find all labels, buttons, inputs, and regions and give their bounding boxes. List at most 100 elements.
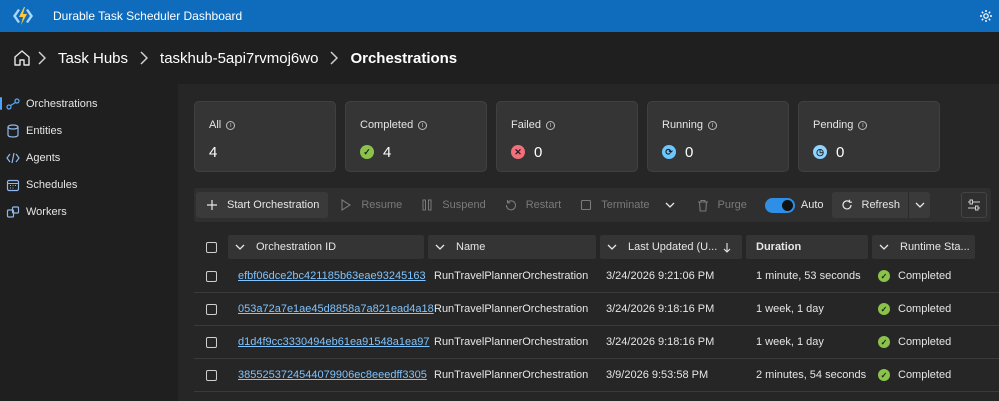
start-orchestration-button[interactable]: Start Orchestration bbox=[196, 192, 329, 218]
chevron-down-icon bbox=[876, 244, 892, 250]
workers-icon bbox=[6, 205, 20, 219]
calendar-icon bbox=[6, 178, 20, 192]
refresh-label: Refresh bbox=[861, 199, 901, 211]
info-icon[interactable]: i bbox=[707, 120, 717, 130]
orchestration-id-link[interactable]: d1d4f9cc3330494eb61ea91548a1ea97 bbox=[238, 336, 429, 348]
orchestration-id-link[interactable]: 053a72a7e1ae45d8858a7a821ead4a18 bbox=[238, 303, 434, 315]
resume-button[interactable]: Resume bbox=[330, 192, 411, 218]
last-updated: 3/9/2026 9:53:58 PM bbox=[606, 369, 709, 381]
sidebar-item-schedules[interactable]: Schedules bbox=[0, 171, 175, 198]
orchestration-name: RunTravelPlannerOrchestration bbox=[434, 369, 589, 381]
status-label: Completed bbox=[898, 336, 952, 348]
sidebar-item-workers[interactable]: Workers bbox=[0, 198, 175, 225]
card-label: Failed bbox=[511, 119, 541, 131]
home-icon[interactable] bbox=[12, 48, 32, 68]
filter-settings-icon[interactable] bbox=[961, 192, 987, 218]
orchestration-id-link[interactable]: 385525372454407990​6ec8eeedff3305 bbox=[238, 369, 427, 381]
card-count: 4 bbox=[383, 143, 392, 161]
refresh-dropdown-chevron-icon[interactable] bbox=[908, 192, 931, 218]
status-label: Completed bbox=[898, 369, 952, 381]
card-count: 4 bbox=[209, 143, 218, 161]
card-label: Pending bbox=[813, 119, 854, 131]
sidebar-item-agents[interactable]: Agents bbox=[0, 144, 175, 171]
duration: 1 week, 1 day bbox=[756, 336, 824, 348]
sidebar-item-label: Agents bbox=[26, 151, 61, 164]
table-row[interactable]: 053a72a7e1ae45d8858a7a821ead4a18 RunTrav… bbox=[194, 293, 999, 326]
card-completed[interactable]: Completed i ✓ 4 bbox=[345, 101, 487, 172]
table-row[interactable]: 385525372454407990​6ec8eeedff3305 RunTra… bbox=[194, 359, 999, 392]
card-label: All bbox=[209, 119, 222, 131]
status-label: Completed bbox=[898, 270, 952, 282]
settings-gear-icon[interactable] bbox=[977, 7, 995, 25]
table-row[interactable]: efbf06dce2bc421185b63eae93245163 RunTrav… bbox=[194, 260, 999, 293]
orchestrations-table: Orchestration ID Name Last Updated (U...… bbox=[194, 234, 999, 392]
plus-icon bbox=[205, 198, 219, 212]
refresh-button[interactable]: Refresh bbox=[831, 192, 909, 218]
restart-button[interactable]: Restart bbox=[495, 192, 570, 218]
terminate-dropdown-chevron-icon[interactable] bbox=[659, 192, 681, 218]
card-running[interactable]: Running i ⟳ 0 bbox=[647, 101, 789, 172]
column-label: Orchestration ID bbox=[256, 241, 337, 253]
app-title: Durable Task Scheduler Dashboard bbox=[53, 9, 243, 23]
orchestration-id-link[interactable]: efbf06dce2bc421185b63eae93245163 bbox=[238, 270, 426, 282]
row-checkbox[interactable] bbox=[205, 369, 217, 381]
info-icon[interactable]: i bbox=[858, 120, 868, 130]
column-last-updated[interactable]: Last Updated (U... bbox=[600, 235, 742, 259]
main-content: All i 4 Completed i ✓ 4 Failed i ✕ 0 Running i… bbox=[178, 84, 999, 401]
title-bar: Durable Task Scheduler Dashboard bbox=[0, 0, 999, 32]
sort-down-arrow-icon bbox=[723, 242, 731, 253]
info-icon[interactable]: i bbox=[418, 120, 428, 130]
card-failed[interactable]: Failed i ✕ 0 bbox=[496, 101, 638, 172]
sidebar-item-entities[interactable]: Entities bbox=[0, 117, 175, 144]
purge-button[interactable]: Purge bbox=[687, 192, 756, 218]
refresh-icon bbox=[840, 198, 854, 212]
chevron-right-icon bbox=[134, 51, 154, 65]
breadcrumb-task-hubs[interactable]: Task Hubs bbox=[52, 50, 134, 67]
row-checkbox[interactable] bbox=[205, 336, 217, 348]
column-runtime-status[interactable]: Runtime Sta... bbox=[872, 235, 975, 259]
info-icon[interactable]: i bbox=[226, 120, 236, 130]
column-orchestration-id[interactable]: Orchestration ID bbox=[228, 235, 424, 259]
chevron-down-icon bbox=[232, 244, 248, 250]
chevron-right-icon bbox=[324, 51, 344, 65]
azure-functions-icon bbox=[10, 3, 36, 29]
breadcrumb-taskhub[interactable]: taskhub-5api7rvmoj6wo bbox=[154, 50, 324, 67]
check-icon: ✓ bbox=[878, 369, 890, 381]
clock-icon: ◷ bbox=[813, 145, 827, 159]
error-icon: ✕ bbox=[511, 145, 525, 159]
table-row[interactable]: d1d4f9cc3330494eb61ea91548a1ea97 RunTrav… bbox=[194, 326, 999, 359]
auto-refresh-toggle[interactable] bbox=[764, 197, 795, 213]
chevron-down-icon bbox=[432, 244, 448, 250]
terminate-label: Terminate bbox=[601, 199, 650, 211]
orchestration-name: RunTravelPlannerOrchestration bbox=[434, 303, 589, 315]
info-icon[interactable]: i bbox=[545, 120, 555, 130]
last-updated: 3/24/2026 9:18:16 PM bbox=[606, 303, 715, 315]
sidebar-item-label: Entities bbox=[26, 124, 63, 137]
column-duration[interactable]: Duration bbox=[746, 235, 868, 259]
column-label: Name bbox=[456, 241, 486, 253]
suspend-button[interactable]: Suspend bbox=[411, 192, 494, 218]
row-checkbox[interactable] bbox=[205, 303, 217, 315]
start-orchestration-label: Start Orchestration bbox=[227, 199, 320, 211]
card-pending[interactable]: Pending i ◷ 0 bbox=[798, 101, 940, 172]
card-count: 0 bbox=[534, 143, 543, 161]
summary-cards: All i 4 Completed i ✓ 4 Failed i ✕ 0 Running i… bbox=[194, 101, 940, 172]
last-updated: 3/24/2026 9:18:16 PM bbox=[606, 336, 715, 348]
restart-icon bbox=[504, 198, 518, 212]
card-all[interactable]: All i 4 bbox=[194, 101, 336, 172]
check-icon: ✓ bbox=[360, 145, 374, 159]
sidebar-item-orchestrations[interactable]: Orchestrations bbox=[0, 90, 175, 117]
duration: 2 minutes, 54 seconds bbox=[756, 369, 867, 381]
chevron-right-icon bbox=[32, 51, 52, 65]
column-label: Duration bbox=[756, 241, 802, 253]
database-icon bbox=[6, 123, 20, 138]
column-label: Runtime Sta... bbox=[900, 241, 970, 253]
terminate-button[interactable]: Terminate bbox=[570, 192, 658, 218]
sidebar-item-label: Workers bbox=[26, 205, 67, 218]
row-checkbox[interactable] bbox=[205, 270, 217, 282]
card-count: 0 bbox=[836, 143, 845, 161]
status-label: Completed bbox=[898, 303, 952, 315]
column-name[interactable]: Name bbox=[428, 235, 596, 259]
select-all-checkbox[interactable] bbox=[205, 241, 217, 253]
orchestration-name: RunTravelPlannerOrchestration bbox=[434, 336, 589, 348]
